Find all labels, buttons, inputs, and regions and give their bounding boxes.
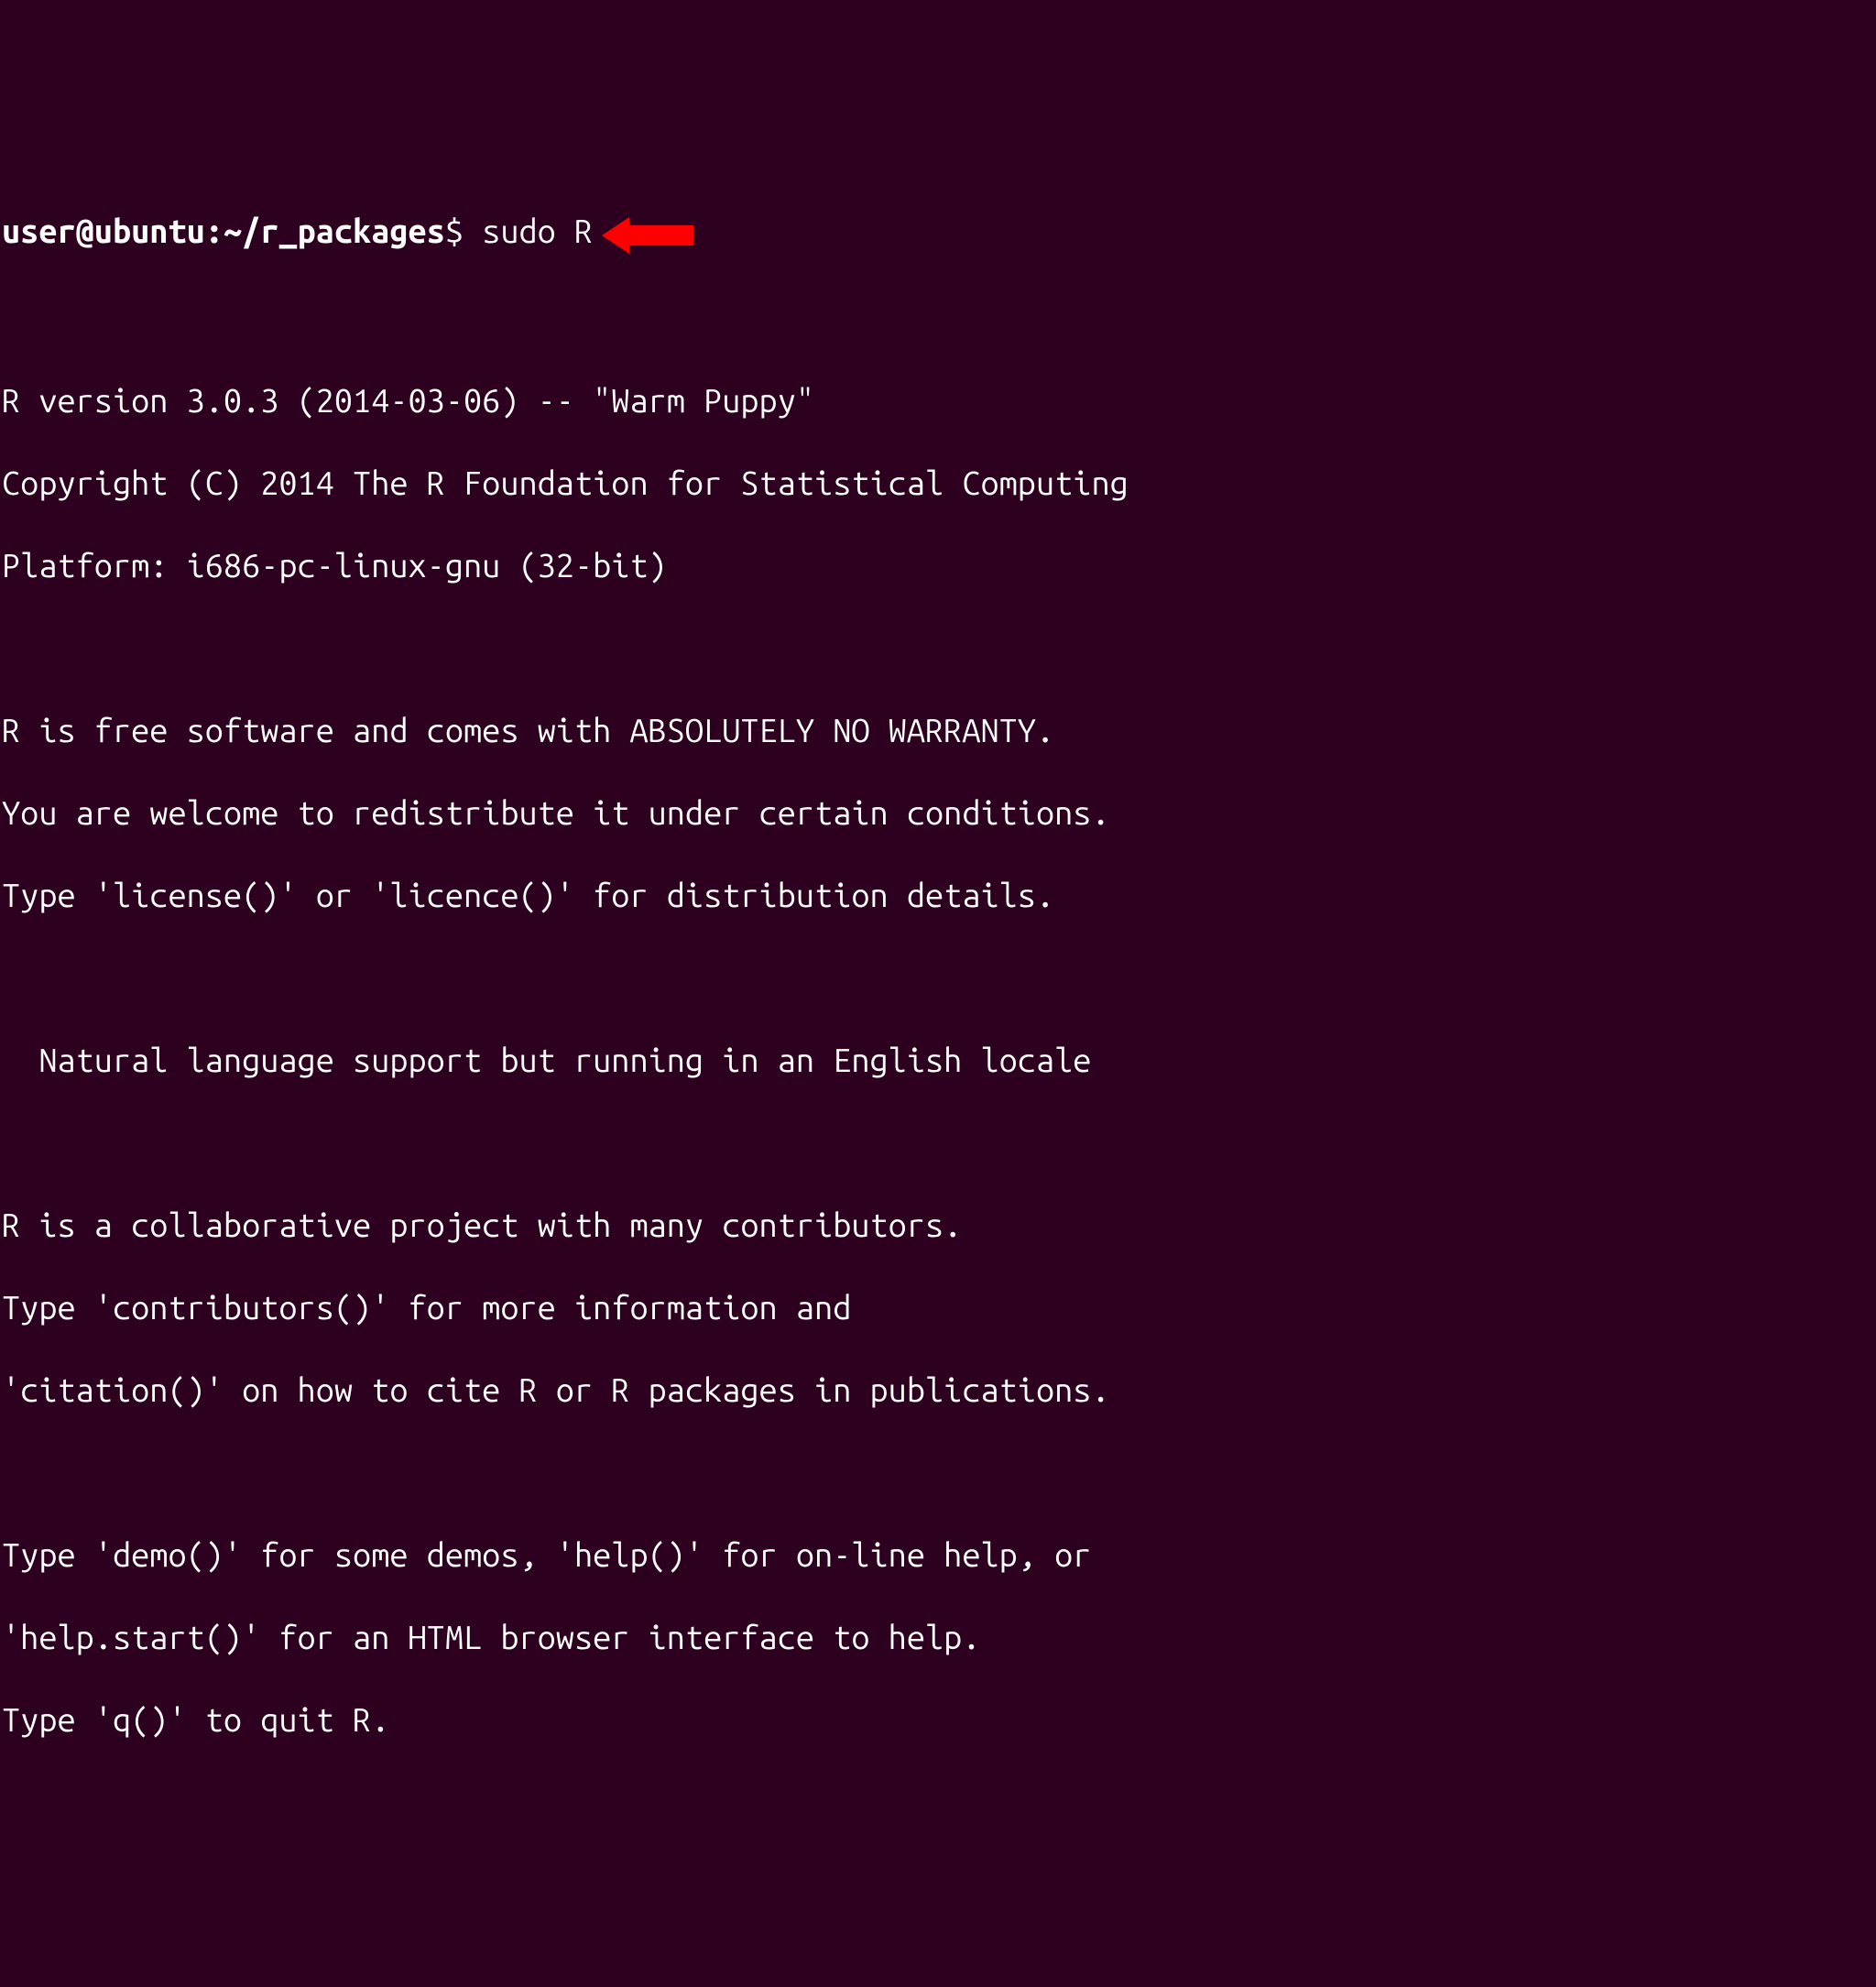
prompt-line[interactable]: user@ubuntu:~/r_packages$ sudo R — [2, 210, 1874, 256]
output-warranty2: You are welcome to redistribute it under… — [2, 792, 1874, 833]
output-version: R version 3.0.3 (2014-03-06) -- "Warm Pu… — [2, 379, 1874, 420]
command-text: sudo R — [482, 212, 593, 249]
prompt-user-host: user@ubuntu — [2, 212, 205, 249]
output-collab2: Type 'contributors()' for more informati… — [2, 1286, 1874, 1327]
blank-line — [2, 297, 1874, 338]
output-demo: Type 'demo()' for some demos, 'help()' f… — [2, 1534, 1874, 1575]
annotation-arrow — [602, 213, 693, 256]
output-helpstart: 'help.start()' for an HTML browser inter… — [2, 1616, 1874, 1657]
blank-line — [2, 956, 1874, 998]
output-citation: 'citation()' on how to cite R or R packa… — [2, 1369, 1874, 1410]
blank-line — [2, 1451, 1874, 1492]
output-quit: Type 'q()' to quit R. — [2, 1698, 1874, 1740]
blank-line — [2, 1121, 1874, 1163]
terminal-window[interactable]: user@ubuntu:~/r_packages$ sudo R R versi… — [2, 169, 1874, 1781]
prompt-path: ~/r_packages — [224, 212, 445, 249]
output-copyright: Copyright (C) 2014 The R Foundation for … — [2, 462, 1874, 503]
prompt-separator: : — [205, 212, 224, 249]
output-locale: Natural language support but running in … — [2, 1039, 1874, 1080]
blank-line — [2, 627, 1874, 668]
output-collab1: R is a collaborative project with many c… — [2, 1204, 1874, 1245]
output-warranty1: R is free software and comes with ABSOLU… — [2, 709, 1874, 750]
output-platform: Platform: i686-pc-linux-gnu (32-bit) — [2, 544, 1874, 585]
output-license: Type 'license()' or 'licence()' for dist… — [2, 874, 1874, 915]
prompt-symbol: $ — [445, 212, 464, 249]
